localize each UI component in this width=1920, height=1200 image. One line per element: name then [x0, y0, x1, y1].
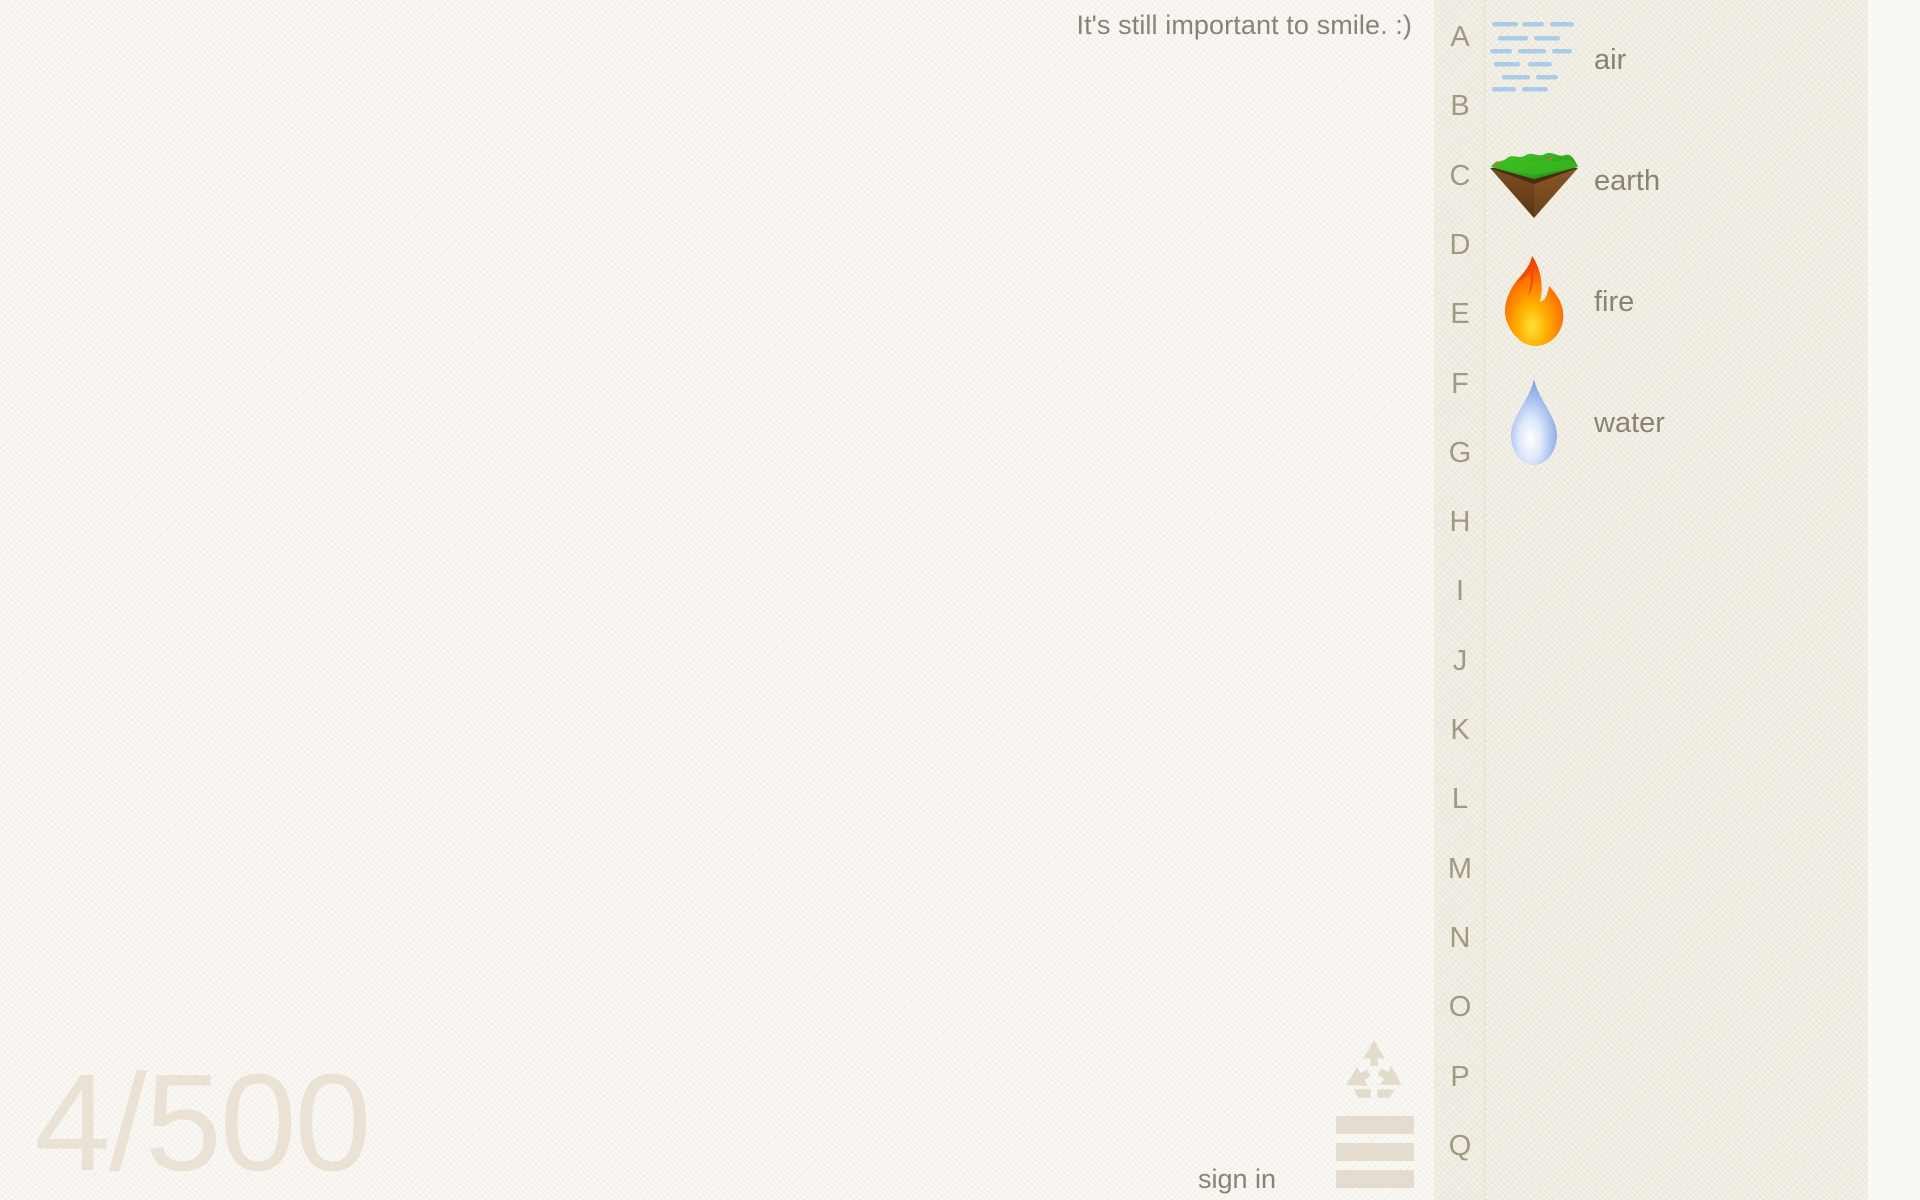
- element-label-fire: fire: [1594, 285, 1635, 318]
- alphabet-index-m[interactable]: M: [1434, 854, 1486, 884]
- alphabet-index-c[interactable]: C: [1434, 161, 1486, 191]
- element-row-water[interactable]: water: [1486, 375, 1866, 471]
- menu-bar: [1336, 1143, 1414, 1161]
- fire-icon[interactable]: [1486, 254, 1582, 350]
- hamburger-menu-icon[interactable]: [1336, 1116, 1414, 1188]
- alphabet-index-o[interactable]: O: [1434, 993, 1486, 1022]
- tagline-text: It's still important to smile. :): [1076, 10, 1412, 40]
- water-icon[interactable]: [1486, 375, 1582, 471]
- element-label-air: air: [1594, 43, 1627, 76]
- menu-bar: [1336, 1116, 1414, 1134]
- alphabet-index-h[interactable]: H: [1434, 508, 1486, 537]
- alphabet-index-n[interactable]: N: [1434, 923, 1486, 953]
- alphabet-index-k[interactable]: K: [1434, 716, 1486, 745]
- earth-icon[interactable]: [1486, 133, 1582, 229]
- alphabet-index-a[interactable]: A: [1434, 23, 1486, 52]
- alphabet-index-p[interactable]: P: [1434, 1062, 1486, 1092]
- little-alchemy-app: It's still important to smile. :) 4/500 …: [0, 0, 1920, 1200]
- workspace-canvas[interactable]: It's still important to smile. :) 4/500 …: [0, 0, 1434, 1200]
- alphabet-index-column[interactable]: ABCDEFGHIJKLMNOPQR: [1434, 0, 1487, 1200]
- alphabet-index-d[interactable]: D: [1434, 230, 1486, 260]
- menu-bar: [1336, 1170, 1414, 1188]
- alphabet-index-f[interactable]: F: [1434, 369, 1486, 399]
- alphabet-index-b[interactable]: B: [1434, 92, 1486, 121]
- progress-counter: 4/500: [34, 1046, 371, 1200]
- element-row-fire[interactable]: fire: [1486, 254, 1866, 350]
- panel-right-edge: [1868, 0, 1920, 1200]
- alphabet-index-j[interactable]: J: [1434, 646, 1486, 676]
- alphabet-index-l[interactable]: L: [1434, 785, 1486, 814]
- element-label-earth: earth: [1594, 164, 1661, 197]
- alphabet-index-q[interactable]: Q: [1434, 1131, 1486, 1161]
- element-row-air[interactable]: air: [1486, 12, 1866, 108]
- alphabet-index-e[interactable]: E: [1434, 300, 1486, 329]
- alphabet-index-g[interactable]: G: [1434, 438, 1486, 468]
- element-label-water: water: [1594, 406, 1665, 439]
- recycle-icon[interactable]: [1340, 1038, 1408, 1100]
- elements-panel: air earth fire water: [1486, 0, 1920, 1200]
- alphabet-index-i[interactable]: I: [1434, 577, 1486, 606]
- air-icon[interactable]: [1486, 12, 1582, 108]
- element-row-earth[interactable]: earth: [1486, 133, 1866, 229]
- sign-in-link[interactable]: sign in: [1198, 1164, 1276, 1195]
